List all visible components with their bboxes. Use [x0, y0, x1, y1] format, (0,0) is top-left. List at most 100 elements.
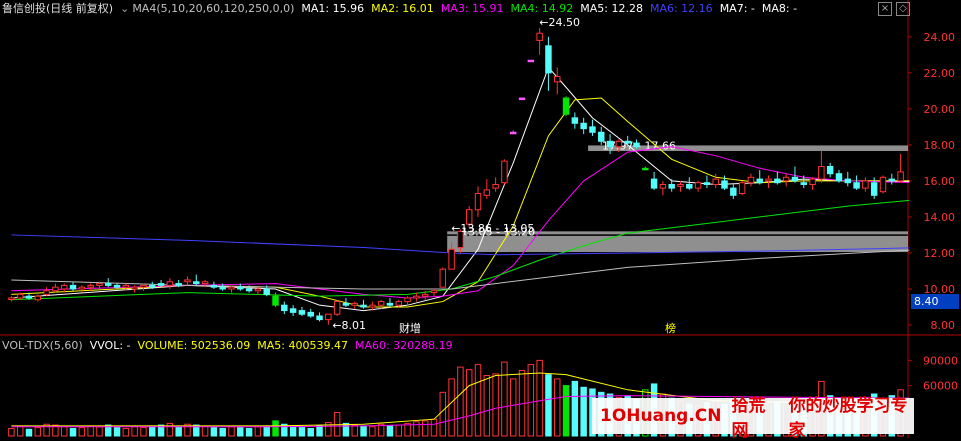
candle-body [210, 284, 218, 288]
candle-body [43, 290, 50, 295]
close-icon[interactable]: × [878, 2, 892, 16]
candle-body [536, 32, 543, 41]
volume-bar [34, 427, 42, 437]
volume-tick-label: 60000 [923, 380, 958, 393]
candle-body [554, 75, 561, 83]
volume-bar [113, 427, 121, 437]
candle-body [325, 313, 332, 321]
watermark-site: 1OHuang.CN [600, 406, 722, 426]
candle-body [113, 284, 121, 288]
earnings-marker[interactable]: 财增 [399, 320, 421, 336]
vol-indicator-label[interactable]: VOL-TDX(5,60) [2, 339, 83, 352]
candle-body [281, 304, 288, 312]
candle-body [483, 189, 491, 196]
candle-body [263, 288, 270, 295]
ma7-value: MA7: - [719, 1, 755, 15]
volume-bar [122, 427, 130, 437]
volume-bar [25, 428, 33, 437]
volume-bar [131, 426, 138, 437]
candle-body [105, 283, 112, 286]
watermark-name: 拾荒网 [731, 396, 766, 441]
volume-bar [140, 427, 147, 437]
candle-body [34, 295, 42, 301]
ma1-line [11, 66, 910, 312]
volume-bar [492, 373, 499, 437]
volume-bar [360, 425, 367, 437]
volume-bar [448, 378, 455, 437]
volume-bar [69, 427, 77, 437]
candle-body [826, 165, 834, 175]
ma5-value: MA5: 12.28 [580, 1, 643, 15]
price-annotation: ←8.01 [332, 319, 366, 332]
volume-bar [272, 420, 279, 437]
volume-bar [254, 426, 262, 437]
earnings-label: 财 [399, 322, 410, 335]
volume-bar [483, 375, 491, 437]
volume-bar [545, 374, 552, 437]
candle-body [642, 167, 649, 171]
candle-body [598, 131, 605, 142]
candle-body [228, 286, 235, 290]
list-marker[interactable]: 榜 [665, 320, 676, 336]
expand-icon[interactable]: ◇ [896, 2, 910, 16]
candle-body [316, 315, 323, 321]
candle-body [395, 301, 403, 306]
candle-body [166, 281, 174, 286]
volume-bar [175, 426, 182, 437]
ma8-value: MA8: - [761, 1, 798, 15]
volume-bar [96, 426, 103, 437]
candle-body [272, 295, 279, 306]
volume-bar [369, 426, 376, 437]
volume-bar [16, 425, 24, 437]
candle-body [131, 286, 138, 290]
candle-body [527, 59, 535, 63]
volume-bar [509, 378, 517, 437]
candle-body [69, 284, 77, 290]
volume-panel-header: VOL-TDX(5,60) VVOL: - VOLUME: 502536.09 … [0, 337, 460, 353]
candle-body [351, 302, 358, 306]
candle-body [862, 180, 869, 189]
candle-body [633, 142, 640, 148]
candle-body [756, 178, 763, 184]
stock-title[interactable]: 鲁信创投(日线 前复权) [2, 0, 113, 16]
candle-body [25, 295, 33, 299]
volume-bar [527, 364, 535, 437]
candle-body [721, 180, 728, 189]
stock-chart[interactable]: 8.0010.0012.0014.0016.0018.0020.0022.002… [0, 0, 961, 438]
ma6-line [11, 249, 910, 290]
price-annotation: ←13.86 - 13.05 [451, 222, 534, 235]
candle-body [386, 302, 394, 306]
candle-body [342, 302, 350, 306]
volume-bar [60, 426, 68, 437]
candle-body [606, 140, 614, 148]
candle-body [439, 268, 447, 288]
candle-body [712, 178, 719, 186]
candle-body [492, 184, 499, 189]
candle-body [677, 184, 684, 187]
candle-body [650, 178, 658, 189]
candle-body [853, 182, 860, 189]
volume-bar [413, 421, 420, 437]
watermark: 1OHuang.CN 拾荒网 你的炒股学习专家 [592, 396, 914, 441]
candle-body [668, 184, 675, 189]
ma4-value: MA4: 14.92 [510, 1, 574, 15]
ma-indicator-label[interactable]: MA4(5,10,20,60,120,250,0,0) [132, 2, 294, 15]
candle-body [157, 283, 165, 286]
price-tick-label: 14.00 [924, 211, 956, 224]
candle-body [404, 297, 411, 303]
price-panel-header: 鲁信创投(日线 前复权) ⌄ MA4(5,10,20,60,120,250,0,… [0, 0, 804, 16]
candle-body [307, 311, 314, 317]
candle-body [360, 304, 367, 308]
candle-body [879, 176, 887, 193]
candle-body [430, 290, 438, 294]
volume-bar [210, 427, 218, 437]
candle-body [818, 165, 825, 180]
price-tick-label: 16.00 [924, 175, 956, 188]
chevron-down-icon[interactable]: ⌄ [120, 2, 129, 15]
vol-ma5-value: MA5: 400539.47 [257, 338, 348, 352]
ma2-line [11, 97, 910, 308]
candle-body [8, 297, 15, 300]
candle-body [844, 178, 852, 184]
volume-bar [289, 426, 297, 437]
volume-bar [298, 427, 306, 437]
